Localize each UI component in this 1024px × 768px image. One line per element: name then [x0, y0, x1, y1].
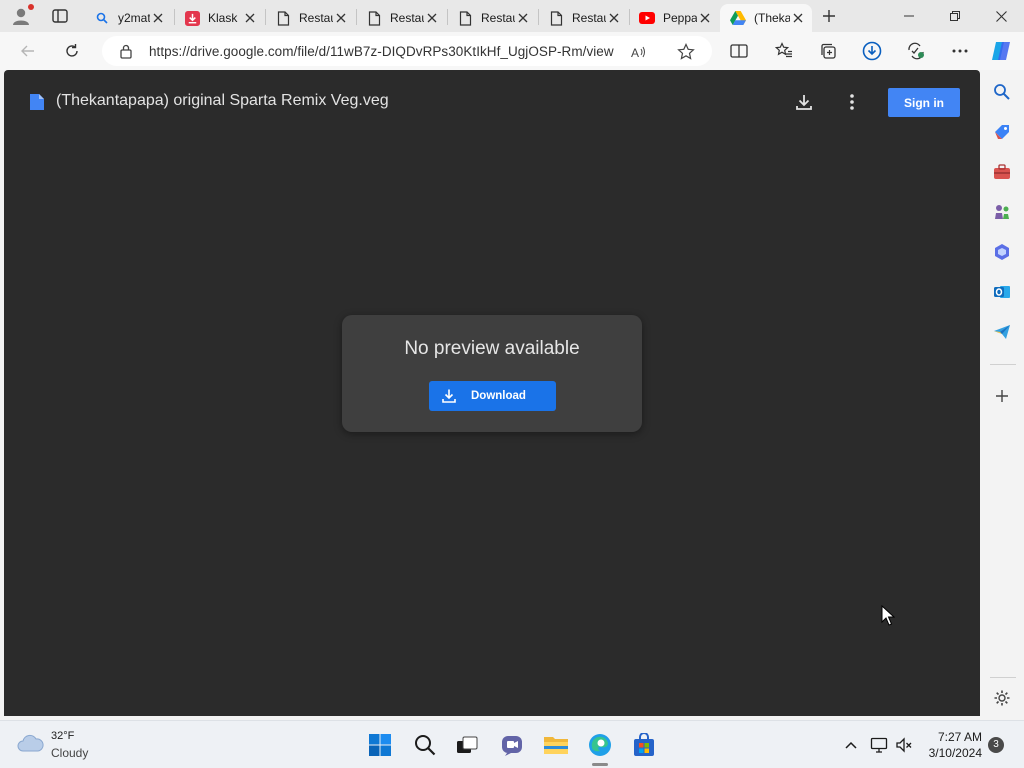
address-bar[interactable]: https://drive.google.com/file/d/11wB7z-D… — [102, 36, 712, 66]
clock-time[interactable]: 7:27 AM — [920, 730, 982, 744]
lock-icon[interactable] — [118, 43, 134, 59]
task-view-icon[interactable] — [453, 731, 481, 759]
tab-title: Peppa — [663, 11, 697, 25]
start-button[interactable] — [366, 731, 394, 759]
clock-date[interactable]: 3/10/2024 — [920, 746, 982, 760]
split-screen-button[interactable] — [728, 40, 750, 62]
weather-temperature[interactable]: 32°F — [51, 730, 74, 742]
sidebar-outlook-icon[interactable] — [992, 282, 1012, 302]
mouse-cursor-icon — [881, 605, 895, 626]
google-drive-icon — [730, 10, 746, 26]
copilot-icon[interactable] — [990, 40, 1012, 62]
minimize-button[interactable] — [886, 0, 932, 32]
download-icon — [442, 389, 456, 403]
close-tab-icon[interactable] — [242, 10, 258, 26]
favorites-button[interactable] — [773, 40, 795, 62]
download-icon[interactable] — [794, 92, 814, 112]
teams-chat-icon[interactable] — [498, 731, 526, 759]
cloudy-weather-icon[interactable] — [16, 733, 44, 753]
notification-badge[interactable]: 3 — [988, 737, 1004, 753]
tab-restaurant-1[interactable]: Restaurant — [265, 4, 355, 32]
tab-google-drive-active[interactable]: (Thekantapapa) original Sparta Remix Veg… — [720, 4, 812, 32]
profile-alert-dot — [28, 4, 34, 10]
sidebar-search-icon[interactable] — [992, 82, 1012, 102]
network-icon[interactable] — [870, 736, 888, 754]
download-button[interactable]: Download — [429, 381, 556, 411]
page-icon — [275, 10, 291, 26]
browser-essentials-button[interactable] — [905, 40, 927, 62]
page-icon — [366, 10, 382, 26]
tab-title: Klask — [208, 11, 238, 25]
more-options-icon[interactable] — [842, 92, 862, 112]
page-icon — [548, 10, 564, 26]
sidebar-games-icon[interactable] — [992, 202, 1012, 222]
tab-title: Restaurant — [481, 11, 515, 25]
no-preview-dialog: No preview available Download — [342, 315, 642, 432]
sidebar-drop-icon[interactable] — [992, 322, 1012, 342]
tab-title: Restaurant — [572, 11, 606, 25]
refresh-button[interactable] — [61, 40, 83, 62]
tab-title: (Thekantapapa) original Sparta Remix Veg… — [754, 11, 790, 25]
page-icon — [457, 10, 473, 26]
settings-more-button[interactable] — [949, 40, 971, 62]
file-title: (Thekantapapa) original Sparta Remix Veg… — [56, 92, 389, 109]
download-label: Download — [471, 390, 526, 402]
windows-taskbar: 32°F Cloudy 7:27 AM 3/10/2024 3 — [0, 720, 1024, 768]
close-window-button[interactable] — [978, 0, 1024, 32]
show-hidden-icons-chevron-icon[interactable] — [842, 736, 860, 754]
restore-button[interactable] — [932, 0, 978, 32]
tab-title: Restaurant — [390, 11, 424, 25]
url-text[interactable]: https://drive.google.com/file/d/11wB7z-D… — [149, 44, 614, 59]
collections-button[interactable] — [817, 40, 839, 62]
taskbar-search-icon[interactable] — [411, 731, 439, 759]
no-preview-message: No preview available — [404, 338, 580, 359]
tab-peppa[interactable]: Peppa — [629, 4, 719, 32]
file-icon — [30, 94, 44, 110]
svg-text:A: A — [631, 46, 639, 60]
sidebar-add-icon[interactable] — [992, 386, 1012, 406]
sidebar-settings-icon[interactable] — [992, 688, 1012, 708]
favorite-star-icon[interactable] — [677, 43, 695, 61]
close-tab-icon[interactable] — [697, 10, 713, 26]
tab-restaurant-3[interactable]: Restaurant — [447, 4, 537, 32]
active-app-indicator — [592, 763, 608, 766]
tab-actions-icon[interactable] — [50, 6, 70, 26]
tab-title: y2mate — [118, 11, 150, 25]
tab-title: Restaurant — [299, 11, 333, 25]
close-tab-icon[interactable] — [150, 10, 166, 26]
navigation-bar: https://drive.google.com/file/d/11wB7z-D… — [0, 32, 1024, 70]
new-tab-button[interactable] — [818, 5, 840, 27]
tab-restaurant-4[interactable]: Restaurant — [538, 4, 628, 32]
drive-file-viewer: (Thekantapapa) original Sparta Remix Veg… — [4, 70, 980, 716]
tab-klask[interactable]: Klask — [174, 4, 264, 32]
sidebar-shopping-icon[interactable] — [992, 122, 1012, 142]
edge-browser-icon[interactable] — [586, 731, 614, 759]
tab-y2mate[interactable]: y2mate — [84, 4, 172, 32]
sidebar-microsoft365-icon[interactable] — [992, 242, 1012, 262]
youtube-icon — [639, 10, 655, 26]
tab-restaurant-2[interactable]: Restaurant — [356, 4, 446, 32]
close-tab-icon[interactable] — [606, 10, 622, 26]
file-explorer-icon[interactable] — [542, 731, 570, 759]
tab-strip: y2mate Klask Restaurant Restaurant — [0, 0, 1024, 32]
sign-in-button[interactable]: Sign in — [888, 88, 960, 117]
search-icon — [94, 10, 110, 26]
close-tab-icon[interactable] — [790, 10, 806, 26]
volume-muted-icon[interactable] — [895, 736, 913, 754]
close-tab-icon[interactable] — [333, 10, 349, 26]
weather-condition[interactable]: Cloudy — [51, 746, 88, 760]
downloads-button[interactable] — [861, 40, 883, 62]
close-tab-icon[interactable] — [515, 10, 531, 26]
microsoft-store-icon[interactable] — [630, 731, 658, 759]
read-aloud-icon[interactable]: A — [630, 43, 648, 61]
download-red-icon — [184, 10, 200, 26]
back-button[interactable] — [17, 40, 39, 62]
close-tab-icon[interactable] — [424, 10, 440, 26]
edge-sidebar — [984, 70, 1024, 720]
sidebar-tools-icon[interactable] — [992, 162, 1012, 182]
